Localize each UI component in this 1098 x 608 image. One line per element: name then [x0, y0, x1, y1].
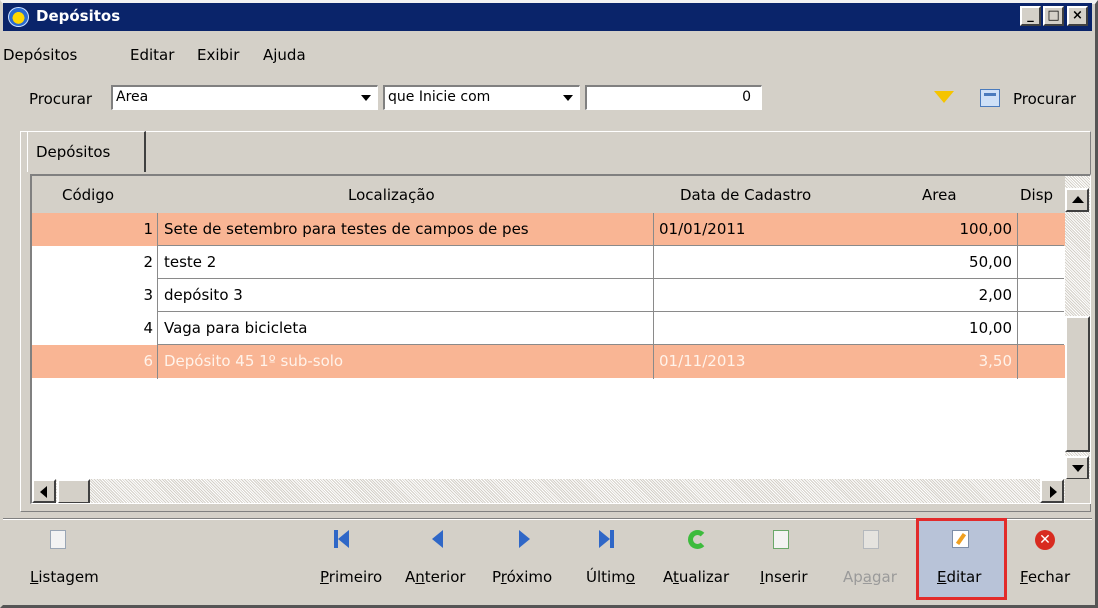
- scroll-right-button[interactable]: [1040, 479, 1064, 503]
- column-header-data-cadastro[interactable]: Data de Cadastro: [680, 186, 811, 204]
- cell-localizacao: depósito 3: [164, 286, 243, 304]
- column-header-localizacao[interactable]: Localização: [348, 186, 435, 204]
- maximize-button[interactable]: □: [1043, 6, 1064, 26]
- last-record-icon: [599, 530, 614, 548]
- table-row[interactable]: 1 Sete de setembro para testes de campos …: [32, 213, 1065, 246]
- column-header-codigo[interactable]: Código: [62, 186, 114, 204]
- scrollbar-corner: [1065, 479, 1090, 503]
- grid-line: [1017, 213, 1018, 379]
- grid-line: [157, 213, 158, 379]
- cell-codigo: 6: [143, 352, 153, 370]
- delete-icon: [863, 530, 879, 549]
- arrow-down-icon: [1072, 465, 1084, 472]
- primeiro-label: Primeiro: [320, 568, 383, 586]
- search-button-label: Procurar: [1013, 90, 1077, 108]
- next-record-icon: [519, 530, 530, 548]
- arrow-left-icon: [40, 486, 47, 498]
- close-icon: ✕: [1035, 530, 1055, 550]
- chevron-down-icon: [361, 95, 371, 101]
- refresh-icon: [688, 530, 707, 549]
- chevron-down-icon: [563, 95, 573, 101]
- cell-codigo: 1: [143, 220, 153, 238]
- previous-record-icon: [432, 530, 443, 548]
- inserir-label: Inserir: [760, 568, 808, 586]
- menu-ajuda[interactable]: Ajuda: [263, 46, 306, 64]
- search-input[interactable]: 0: [585, 85, 762, 110]
- cell-codigo: 4: [143, 319, 153, 337]
- grid-header: Código Localização Data de Cadastro Area…: [32, 176, 1065, 213]
- cell-area: 50,00: [969, 253, 1012, 271]
- search-operator-value: que Inicie com: [388, 89, 491, 105]
- cell-localizacao: Depósito 45 1º sub-solo: [164, 352, 344, 370]
- table-row[interactable]: 3 depósito 3 2,00: [32, 279, 1065, 312]
- table-row[interactable]: 6 Depósito 45 1º sub-solo 01/11/2013 3,50: [32, 345, 1065, 378]
- cell-codigo: 2: [143, 253, 153, 271]
- table-row[interactable]: 2 teste 2 50,00: [32, 246, 1065, 279]
- column-header-disp[interactable]: Disp: [1020, 186, 1053, 204]
- proximo-label: Próximo: [492, 568, 553, 586]
- cell-area: 3,50: [978, 352, 1012, 370]
- arrow-up-icon: [1072, 196, 1084, 203]
- scroll-left-button[interactable]: [32, 479, 56, 503]
- menu-editar[interactable]: Editar: [130, 46, 174, 64]
- edit-icon: [952, 530, 969, 548]
- cell-localizacao: Sete de setembro para testes de campos d…: [164, 220, 529, 238]
- cell-area: 2,00: [978, 286, 1012, 304]
- cell-codigo: 3: [143, 286, 153, 304]
- vertical-scroll-thumb[interactable]: [1065, 316, 1090, 452]
- vertical-scrollbar[interactable]: [1065, 176, 1090, 480]
- tab-depositos[interactable]: Depósitos: [27, 131, 146, 172]
- ultimo-label: Último: [586, 568, 635, 586]
- document-icon: [50, 530, 66, 549]
- fechar-label: Fechar: [1020, 568, 1071, 586]
- search-label: Procurar: [29, 90, 93, 108]
- first-record-icon: [334, 530, 349, 548]
- close-window-button[interactable]: ×: [1067, 6, 1088, 26]
- search-field-value: Area: [116, 89, 149, 105]
- column-header-area[interactable]: Area: [922, 186, 957, 204]
- search-input-value: 0: [742, 89, 751, 105]
- filter-icon[interactable]: [934, 91, 954, 103]
- menu-exibir[interactable]: Exibir: [197, 46, 239, 64]
- tab-label: Depósitos: [36, 143, 111, 161]
- cell-localizacao: Vaga para bicicleta: [164, 319, 308, 337]
- scroll-down-button[interactable]: [1065, 456, 1089, 480]
- arrow-right-icon: [1050, 486, 1057, 498]
- title-bar: Depósitos _ □ ×: [3, 3, 1092, 31]
- atualizar-label: Atualizar: [663, 568, 730, 586]
- minimize-button[interactable]: _: [1020, 6, 1041, 26]
- grid-line: [653, 213, 654, 379]
- insert-icon: [773, 530, 789, 549]
- search-bar: Procurar Area que Inicie com 0 Procurar: [3, 84, 1092, 114]
- app-icon: [8, 7, 29, 27]
- data-grid[interactable]: Código Localização Data de Cadastro Area…: [30, 174, 1091, 504]
- cell-localizacao: teste 2: [164, 253, 217, 271]
- horizontal-scroll-thumb[interactable]: [57, 479, 90, 503]
- menu-depositos[interactable]: Depósitos: [3, 46, 77, 64]
- table-row[interactable]: 4 Vaga para bicicleta 10,00: [32, 312, 1065, 345]
- scroll-up-button[interactable]: [1065, 188, 1089, 212]
- editar-label: Editar: [937, 568, 982, 586]
- search-field-select[interactable]: Area: [111, 85, 378, 110]
- apagar-label: Apagar: [843, 568, 897, 586]
- cell-area: 100,00: [959, 220, 1013, 238]
- cell-area: 10,00: [969, 319, 1012, 337]
- listagem-label: Listagem: [30, 568, 99, 586]
- horizontal-scrollbar[interactable]: [32, 479, 1065, 503]
- window-title: Depósitos: [36, 7, 121, 25]
- search-operator-select[interactable]: que Inicie com: [383, 85, 580, 110]
- search-window-icon: [980, 89, 1000, 107]
- anterior-label: Anterior: [405, 568, 466, 586]
